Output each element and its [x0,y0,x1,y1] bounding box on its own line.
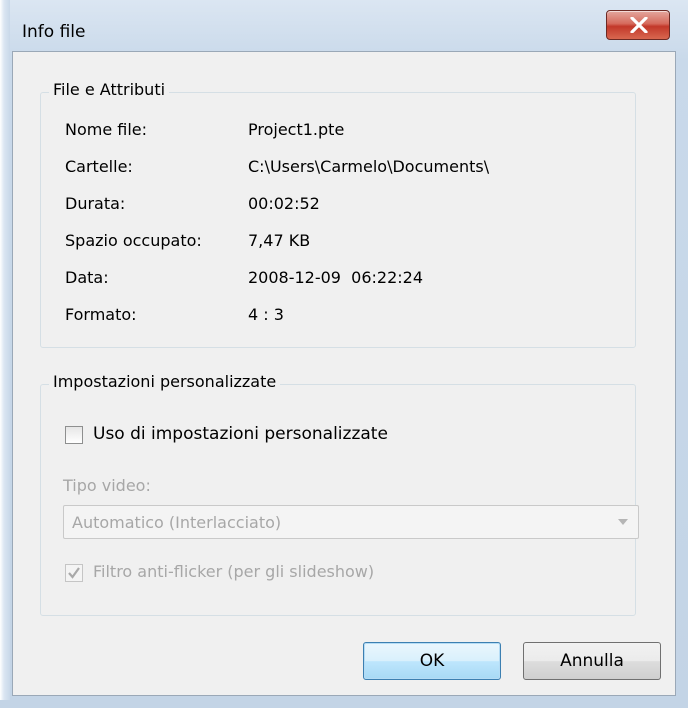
date-value: 2008-12-09 06:22:24 [248,268,424,287]
info-file-dialog: Info file File e Attributi Nome file: Pr… [0,0,688,708]
folder-value: C:\Users\Carmelo\Documents\ [248,157,490,176]
custom-settings-legend: Impostazioni personalizzate [49,372,281,391]
window-title: Info file [22,22,86,42]
date-label: Data: [65,268,109,287]
format-value: 4 : 3 [248,305,284,324]
filename-label: Nome file: [65,120,148,139]
format-label: Formato: [65,305,137,324]
checkmark-icon [68,567,80,579]
video-type-select[interactable]: Automatico (Interlacciato) [63,505,639,539]
video-type-label: Tipo video: [63,476,151,495]
folder-label: Cartelle: [65,157,133,176]
use-custom-checkbox[interactable] [65,426,83,444]
close-button[interactable] [606,10,670,40]
use-custom-label[interactable]: Uso di impostazioni personalizzate [93,424,388,444]
custom-settings-group: Impostazioni personalizzate Uso di impos… [40,372,639,616]
close-icon [630,17,648,33]
chevron-down-icon [618,519,628,525]
duration-value: 00:02:52 [248,194,320,213]
video-type-value: Automatico (Interlacciato) [72,513,282,532]
antiflicker-label[interactable]: Filtro anti-flicker (per gli slideshow) [93,562,374,581]
file-attributes-legend: File e Attributi [49,80,170,99]
dialog-content: File e Attributi Nome file: Project1.pte… [12,51,676,696]
window-frame-edge [0,0,10,700]
duration-label: Durata: [65,194,126,213]
size-value: 7,47 KB [248,231,311,250]
filename-value: Project1.pte [248,120,345,139]
ok-button[interactable]: OK [363,642,501,680]
file-attributes-group: File e Attributi Nome file: Project1.pte… [40,80,636,348]
antiflicker-checkbox[interactable] [65,564,83,582]
size-label: Spazio occupato: [65,231,202,250]
cancel-button[interactable]: Annulla [523,642,661,680]
